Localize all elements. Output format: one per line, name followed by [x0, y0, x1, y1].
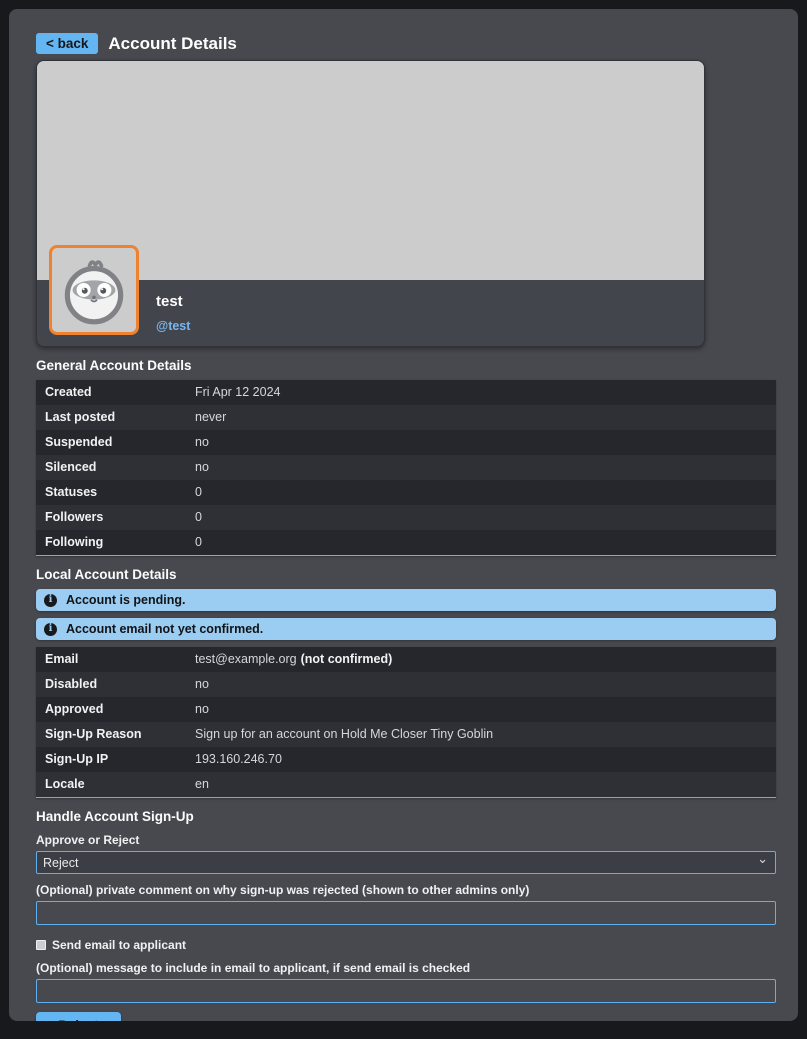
table-row: Silenced no	[36, 455, 776, 480]
row-value: no	[195, 460, 209, 474]
table-row: Last posted never	[36, 405, 776, 430]
row-value: no	[195, 677, 209, 691]
page-title: Account Details	[108, 34, 236, 54]
row-label: Statuses	[36, 480, 186, 505]
approve-or-reject-label: Approve or Reject	[36, 833, 777, 847]
info-banner-text: Account is pending.	[66, 593, 185, 607]
private-comment-label: (Optional) private comment on why sign-u…	[36, 883, 777, 897]
private-comment-input[interactable]	[36, 901, 776, 925]
row-label: Last posted	[36, 405, 186, 430]
row-label: Suspended	[36, 430, 186, 455]
row-label: Disabled	[36, 672, 186, 697]
row-value-note: (not confirmed)	[301, 652, 393, 666]
row-value: test@example.org	[195, 652, 297, 666]
info-banner: i Account email not yet confirmed.	[36, 618, 776, 640]
sloth-mascot-icon	[57, 253, 131, 327]
row-label: Followers	[36, 505, 186, 530]
row-value: 0	[195, 510, 202, 524]
table-row: Approved no	[36, 697, 776, 722]
profile-card: test @test	[36, 60, 705, 347]
reject-submit-button[interactable]: Reject	[36, 1012, 121, 1021]
info-icon: i	[44, 623, 57, 636]
account-handle-link[interactable]: @test	[156, 319, 190, 333]
row-label: Sign-Up IP	[36, 747, 186, 772]
info-banner: i Account is pending.	[36, 589, 776, 611]
row-value: never	[195, 410, 226, 424]
send-email-checkbox[interactable]	[36, 940, 46, 950]
display-name: test	[156, 280, 704, 310]
table-row: Created Fri Apr 12 2024	[36, 380, 776, 405]
row-value: 193.160.246.70	[195, 752, 282, 766]
table-row: Following 0	[36, 530, 776, 556]
row-label: Following	[36, 530, 186, 556]
row-label: Email	[36, 647, 186, 672]
row-label: Approved	[36, 697, 186, 722]
row-value: 0	[195, 485, 202, 499]
local-details-heading: Local Account Details	[36, 567, 777, 582]
row-label: Silenced	[36, 455, 186, 480]
send-email-row: Send email to applicant	[36, 938, 777, 952]
row-label: Sign-Up Reason	[36, 722, 186, 747]
email-message-input[interactable]	[36, 979, 776, 1003]
handle-signup-heading: Handle Account Sign-Up	[36, 809, 777, 824]
table-row: Statuses 0	[36, 480, 776, 505]
approve-or-reject-select-wrap: Reject ⌄	[36, 851, 776, 874]
row-value: no	[195, 435, 209, 449]
general-details-table: Created Fri Apr 12 2024 Last posted neve…	[36, 380, 776, 556]
table-row: Sign-Up Reason Sign up for an account on…	[36, 722, 776, 747]
avatar	[49, 245, 139, 335]
table-row: Locale en	[36, 772, 776, 798]
info-icon: i	[44, 594, 57, 607]
row-value: 0	[195, 535, 202, 549]
table-row: Sign-Up IP 193.160.246.70	[36, 747, 776, 772]
row-value: Fri Apr 12 2024	[195, 385, 280, 399]
email-message-label: (Optional) message to include in email t…	[36, 961, 777, 975]
row-value: Sign up for an account on Hold Me Closer…	[195, 727, 493, 741]
account-details-panel: < back Account Details test @test	[9, 9, 798, 1021]
local-details-table: Email test@example.org (not confirmed) Di…	[36, 647, 776, 798]
table-row: Followers 0	[36, 505, 776, 530]
send-email-label: Send email to applicant	[52, 938, 186, 952]
row-label: Created	[36, 380, 186, 405]
row-label: Locale	[36, 772, 186, 798]
row-value: no	[195, 702, 209, 716]
table-row: Email test@example.org (not confirmed)	[36, 647, 776, 672]
table-row: Suspended no	[36, 430, 776, 455]
page-header: < back Account Details	[36, 33, 777, 54]
general-details-heading: General Account Details	[36, 358, 777, 373]
notice-list: i Account is pending. i Account email no…	[36, 589, 777, 640]
row-value: en	[195, 777, 209, 791]
table-row: Disabled no	[36, 672, 776, 697]
info-banner-text: Account email not yet confirmed.	[66, 622, 263, 636]
back-button[interactable]: < back	[36, 33, 98, 54]
approve-or-reject-select[interactable]: Reject	[36, 851, 776, 874]
